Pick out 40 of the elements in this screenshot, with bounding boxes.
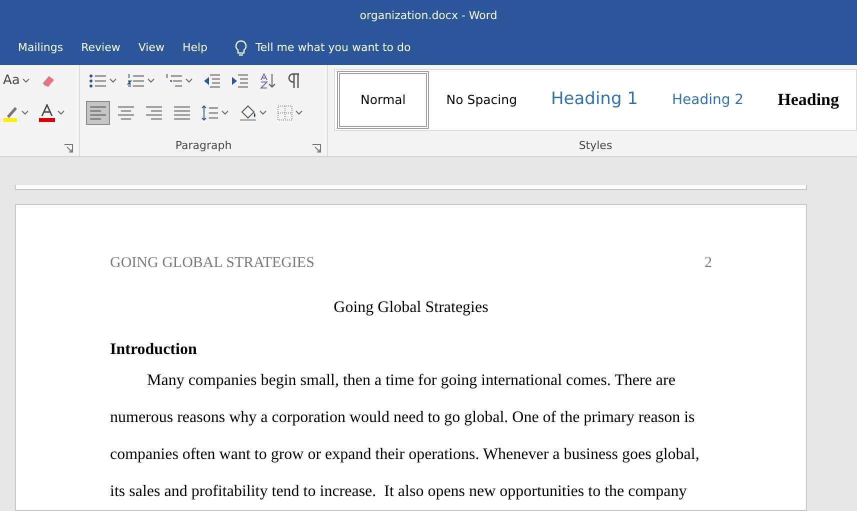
- ribbon-tab[interactable]: Help: [182, 40, 226, 57]
- dialog-launcher-icon[interactable]: [64, 144, 73, 153]
- borders-icon: [277, 105, 293, 121]
- style-option[interactable]: No Spacing: [429, 71, 534, 129]
- ribbon-tab[interactable]: View: [138, 40, 182, 57]
- line-spacing-icon: [201, 105, 219, 121]
- style-option[interactable]: Heading 1: [534, 71, 655, 129]
- numbered-list-icon: [127, 73, 145, 89]
- section-heading: Introduction: [110, 340, 198, 360]
- caret-icon: [22, 78, 30, 84]
- group-label: Paragraph: [175, 138, 232, 154]
- caret-icon: [57, 110, 65, 116]
- group-label: Styles: [578, 138, 612, 154]
- caret-icon: [221, 110, 229, 116]
- body-paragraph: Many companies begin small, then a time for going international comes. There are numerous reasons why a corporation would need to go global. One of the primary reason is companies often want to grow or expand their operations. Whenever a business goes global, its sales and profitability tend to increase. It also opens new opportunities to the company: [110, 371, 700, 502]
- page-number: 2: [704, 254, 712, 272]
- caret-icon: [295, 110, 303, 116]
- bullet-list-icon: [89, 73, 107, 89]
- change-case-button[interactable]: Aa: [0, 69, 33, 93]
- caret-icon: [185, 78, 193, 84]
- caret-icon: [259, 110, 267, 116]
- window-title: organization.docx - Word: [360, 8, 498, 24]
- caret-icon: [109, 78, 117, 84]
- multilevel-list-icon: [165, 73, 183, 89]
- style-option[interactable]: Normal: [337, 71, 430, 129]
- tell-me-search[interactable]: Tell me what you want to do: [256, 40, 411, 57]
- caret-icon: [21, 110, 29, 116]
- caret-icon: [147, 78, 155, 84]
- paint-bucket-icon: [239, 105, 257, 121]
- ribbon-tab[interactable]: Review: [81, 40, 138, 57]
- font-color-icon: [39, 104, 55, 122]
- running-head: GOING GLOBAL STRATEGIES: [110, 254, 314, 272]
- align-left-icon[interactable]: [86, 101, 110, 125]
- ribbon-tab[interactable]: Mailings: [18, 40, 82, 57]
- dialog-launcher-icon[interactable]: [312, 144, 321, 153]
- style-option[interactable]: Heading 2: [654, 71, 761, 129]
- style-option[interactable]: Heading: [760, 71, 856, 129]
- highlighter-icon: [3, 104, 19, 122]
- document-title: Going Global Strategies: [332, 298, 490, 318]
- lightbulb-icon: [234, 40, 248, 57]
